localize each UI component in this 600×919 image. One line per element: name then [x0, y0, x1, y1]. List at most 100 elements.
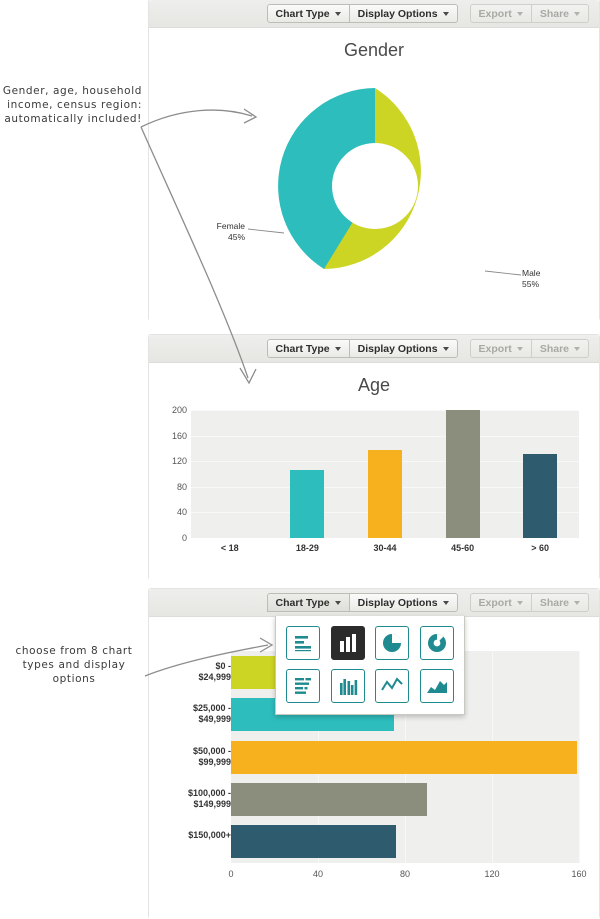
chevron-down-icon: [516, 600, 523, 605]
export-button[interactable]: Export: [469, 339, 532, 358]
share-button[interactable]: Share: [531, 4, 589, 23]
age-bar[interactable]: [523, 454, 558, 538]
share-button[interactable]: Share: [531, 339, 589, 358]
age-y-tick: 80: [176, 481, 187, 492]
display-options-button[interactable]: Display Options: [349, 4, 458, 23]
income-category-label: $150,000+: [188, 830, 231, 841]
display-options-button[interactable]: Display Options: [349, 339, 458, 358]
age-bar[interactable]: [445, 410, 480, 538]
page-root: Chart Type Display Options Export Share: [0, 0, 600, 919]
donut-label-male-percent: 55%: [522, 279, 540, 289]
gender-panel-body: Gender Female 45% Male 55%: [149, 28, 599, 321]
income-gridline: [579, 651, 580, 863]
chart-controls-group: Chart Type Display Options: [266, 339, 458, 358]
area-chart-icon[interactable]: [419, 669, 454, 703]
income-x-tick: 0: [228, 869, 234, 879]
age-y-tick: 40: [176, 507, 187, 518]
donut-hole: [332, 143, 418, 229]
income-bar[interactable]: [231, 825, 397, 859]
line-chart-icon[interactable]: [375, 669, 410, 703]
age-chart-panel: Chart Type Display Options Export Share: [148, 334, 600, 580]
chart-type-label: Chart Type: [275, 7, 330, 20]
stacked-horizontal-bar-chart-icon[interactable]: [286, 669, 321, 703]
chart-type-label: Chart Type: [275, 342, 330, 355]
donut-label-female-percent: 45%: [227, 232, 245, 242]
income-toolbar: Chart Type Display Options Export Share: [149, 589, 599, 715]
male-leader-line: [484, 270, 522, 276]
gender-donut-chart: Female 45% Male 55%: [149, 61, 600, 311]
display-options-button[interactable]: Display Options: [349, 593, 458, 612]
grouped-vertical-bar-chart-icon[interactable]: [330, 669, 365, 703]
chevron-down-icon: [442, 11, 449, 16]
age-bar-chart: 0 40 80 120 160 200 < 18 18-29 30-44 45-60 > 60: [149, 405, 599, 562]
age-x-tick: 30-44: [373, 543, 397, 553]
chevron-down-icon: [574, 11, 580, 16]
pie-chart-icon[interactable]: [375, 626, 410, 660]
donut-label-female: Female 45%: [197, 221, 245, 243]
income-chart-panel: Chart Type Display Options Export Share: [148, 588, 600, 919]
age-bar[interactable]: [290, 469, 325, 538]
share-label: Share: [539, 342, 569, 355]
age-panel-body: Age 0 40 80 120 160 200 < 18 18-29 30-44 45-60 > …: [149, 363, 599, 580]
income-x-tick: 120: [484, 869, 500, 879]
display-options-label: Display Options: [357, 596, 438, 609]
income-x-tick: 160: [571, 869, 587, 879]
age-toolbar: Chart Type Display Options Export Share: [149, 335, 599, 363]
income-bar[interactable]: [231, 740, 577, 774]
age-x-tick: < 18: [220, 543, 239, 553]
donut-label-female-name: Female: [216, 221, 245, 231]
share-controls-group: Export Share: [469, 593, 589, 612]
age-y-tick: 120: [171, 456, 187, 467]
share-controls-group: Export Share: [469, 4, 589, 23]
chart-type-button[interactable]: Chart Type: [266, 339, 350, 358]
age-gridline: [191, 410, 579, 411]
income-category-label: $0 - $24,999: [198, 660, 231, 682]
age-y-tick: 200: [171, 405, 187, 415]
export-button[interactable]: Export: [469, 593, 532, 612]
share-button[interactable]: Share: [531, 593, 589, 612]
chart-controls-group: Chart Type Display Options: [266, 593, 458, 612]
gender-toolbar: Chart Type Display Options Export Share: [149, 0, 599, 28]
export-label: Export: [478, 596, 512, 609]
chevron-down-icon: [334, 600, 341, 605]
age-x-tick: > 60: [531, 543, 550, 553]
donut-chart-icon[interactable]: [419, 626, 454, 660]
age-gridline: [191, 435, 579, 437]
chevron-down-icon: [334, 11, 341, 16]
export-button[interactable]: Export: [469, 4, 532, 23]
age-y-tick: 160: [171, 430, 187, 441]
gender-chart-panel: Chart Type Display Options Export Share: [148, 0, 600, 321]
share-label: Share: [539, 7, 569, 20]
age-plot-area: [191, 410, 579, 538]
age-x-tick: 18-29: [295, 543, 319, 553]
share-controls-group: Export Share: [469, 339, 589, 358]
vertical-bar-chart-icon[interactable]: [330, 626, 365, 660]
chart-type-button[interactable]: Chart Type: [266, 593, 350, 612]
chart-controls-group: Chart Type Display Options: [266, 4, 458, 23]
chart-type-button[interactable]: Chart Type: [266, 4, 350, 23]
chevron-down-icon: [574, 600, 580, 605]
horizontal-bar-chart-icon[interactable]: [286, 626, 321, 660]
income-bar[interactable]: [231, 782, 427, 816]
export-label: Export: [478, 7, 512, 20]
age-x-tick: 45-60: [451, 543, 475, 553]
display-options-label: Display Options: [357, 7, 438, 20]
annotation-chart-types-note: choose from 8 chart types and display op…: [15, 645, 133, 685]
chevron-down-icon: [516, 11, 523, 16]
income-category-label: $50,000 - $99,999: [192, 745, 231, 767]
chart-type-label: Chart Type: [275, 596, 330, 609]
chevron-down-icon: [334, 346, 341, 351]
chevron-down-icon: [574, 346, 580, 351]
income-x-tick: 80: [399, 869, 411, 879]
age-chart-title: Age: [357, 375, 391, 395]
gender-chart-title: Gender: [343, 40, 405, 60]
age-x-axis-labels: < 18 18-29 30-44 45-60 > 60: [191, 543, 579, 559]
income-category-label: $25,000 - $49,999: [192, 703, 231, 725]
chart-type-dropdown-menu[interactable]: [275, 616, 465, 715]
share-label: Share: [539, 596, 569, 609]
age-bar[interactable]: [368, 450, 402, 538]
female-leader-line: [247, 228, 285, 234]
donut-label-male-name: Male: [522, 268, 541, 278]
income-x-axis-labels: 0 40 80 120 160: [228, 869, 586, 883]
display-options-label: Display Options: [357, 342, 438, 355]
